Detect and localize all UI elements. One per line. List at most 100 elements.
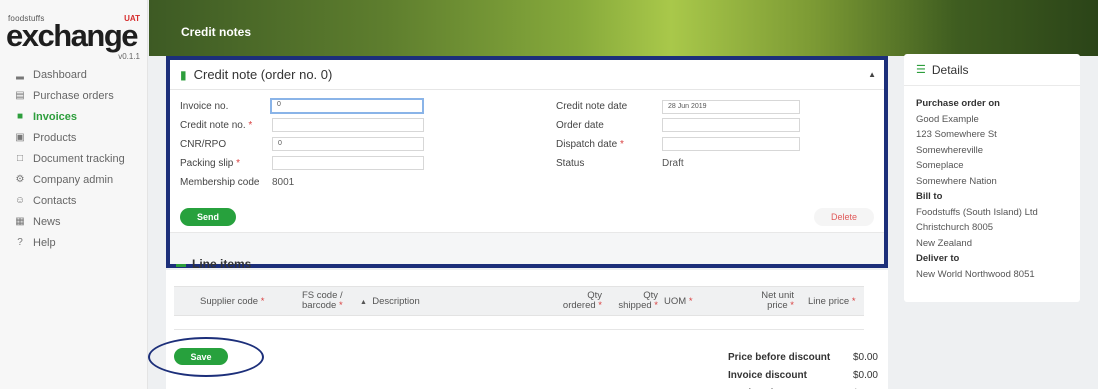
card-footer: ▬ Line items [170,232,884,271]
sidebar-item-purchase-orders[interactable]: ▤ Purchase orders [0,85,148,106]
sidebar-item-label: Invoices [33,110,78,123]
status-label: Status [556,158,585,169]
sidebar-item-news[interactable]: ▦ News [0,211,148,232]
order-date-input[interactable] [662,118,800,132]
totals-label: Invoice discount [728,369,807,381]
status-value: Draft [662,158,684,169]
app-logo[interactable]: foodstuffs UAT exchange v0.1.1 [6,14,142,62]
sidebar-item-document-tracking[interactable]: □ Document tracking [0,148,148,169]
details-header: ☰ Details [904,54,1080,86]
cnr-rpo-label: CNR/RPO [180,139,227,150]
sidebar-item-label: Dashboard [33,68,87,81]
line-items-table: Supplier code * FS code / barcode * ▲ Des… [174,286,864,330]
sidebar-item-products[interactable]: ▣ Products [0,127,148,148]
logo-main-text: exchange [6,18,139,53]
line-items-panel: Supplier code * FS code / barcode * ▲ Des… [148,270,888,389]
invoice-no-input[interactable]: 0 [270,98,424,114]
membership-code-value: 8001 [272,177,295,188]
dispatch-date-label: Dispatch date * [556,139,624,150]
user-icon: ☺ [14,195,26,206]
bill-to-line: New Zealand [916,237,972,249]
sidebar-item-label: Products [33,131,77,144]
col-qty-ordered[interactable]: Qty ordered * [556,291,602,311]
totals-row: Total excl. GST$0.00 [728,384,878,389]
sidebar-item-help[interactable]: ? Help [0,232,148,253]
credit-note-no-label: Credit note no. * [180,120,253,131]
file-icon: □ [16,153,24,164]
line-items-heading: ▬ Line items [176,257,252,271]
sidebar-item-label: Purchase orders [33,89,114,102]
delete-button[interactable]: Delete [814,208,874,226]
col-net-unit-price[interactable]: Net unit price * [748,291,794,311]
document-icon: ▮ [180,67,187,82]
page-header-banner: Credit notes [149,0,1098,56]
details-panel: ☰ Details Purchase order on Good Example 1… [904,54,1080,302]
totals-summary: Price before discount $0.00 Invoice discou… [728,348,878,389]
sidebar-item-label: Help [33,236,56,249]
products-icon: ▣ [15,132,25,143]
purchase-order-line: Somewhere Nation [916,175,997,187]
sidebar-item-dashboard[interactable]: ▂ Dashboard [0,64,148,85]
col-qty-shipped[interactable]: Qty shipped * [608,291,658,311]
membership-code-label: Membership code [180,177,260,188]
cnr-rpo-input[interactable]: 0 [272,137,424,151]
details-title: Details [931,62,969,77]
sidebar-item-invoices[interactable]: ■ Invoices [0,106,148,127]
credit-note-date-label: Credit note date [556,101,628,112]
sidebar-item-company-admin[interactable]: ⚙ Company admin [0,169,148,190]
sidebar-item-label: Contacts [33,194,77,207]
line-items-icon: ▬ [176,258,186,270]
sidebar-item-label: Document tracking [33,152,125,165]
page-title: Credit notes [181,25,252,39]
collapse-caret-icon[interactable]: ▲ [868,70,876,79]
totals-row: Invoice discount $0.00 [728,366,878,384]
bill-to-line: Christchurch 8005 [916,222,994,233]
sidebar-item-label: News [33,215,61,228]
dispatch-date-input[interactable] [662,137,800,151]
deliver-to-line: New World Northwood 8051 [916,268,1035,280]
sidebar-item-contacts[interactable]: ☺ Contacts [0,190,148,211]
col-line-price[interactable]: Line price * [808,297,856,307]
invoice-icon: ■ [16,111,24,122]
details-list-icon: ☰ [916,64,926,76]
news-icon: ▦ [15,216,25,227]
col-uom[interactable]: UOM * [664,297,693,307]
totals-value: $0.00 [852,369,878,381]
packing-slip-input[interactable] [272,156,424,170]
purchase-order-line: 123 Somewhere St [916,129,997,140]
col-fs-code[interactable]: FS code / barcode * [302,291,343,311]
sidebar-nav: ▂ Dashboard ▤ Purchase orders ■ Invoices ▣ Prod… [0,64,148,253]
sidebar-item-label: Company admin [33,173,114,186]
purchase-order-line: Somewhereville [916,144,984,156]
credit-note-title: Credit note (order no. 0) [193,67,333,82]
credit-note-card: ▮ Credit note (order no. 0) ▲ Invoice no… [166,56,888,271]
version-label: v0.1.1 [118,52,140,61]
save-button[interactable]: Save [174,348,228,365]
purchase-order-line: Someplace [916,160,964,171]
help-icon: ? [17,237,23,248]
totals-row: Price before discount $0.00 [728,348,878,366]
details-body: Purchase order on Good Example 123 Somewhe… [904,86,1080,292]
document-icon: ▤ [15,90,25,101]
chart-icon: ▂ [16,69,24,80]
credit-note-date-input[interactable]: 28 Jun 2019 [662,100,800,114]
credit-note-card-header[interactable]: ▮ Credit note (order no. 0) ▲ [170,60,884,90]
credit-note-no-input[interactable] [272,118,424,132]
col-description[interactable]: ▲ Description [360,297,420,308]
send-button[interactable]: Send [180,208,236,226]
col-supplier-code[interactable]: Supplier code * [200,297,264,307]
bill-to-heading: Bill to [916,191,943,202]
totals-value: $0.00 [852,351,878,363]
packing-slip-label: Packing slip * [180,158,241,169]
deliver-to-heading: Deliver to [916,253,960,264]
sidebar: foodstuffs UAT exchange v0.1.1 ▂ Dashboar… [0,0,148,389]
gear-icon: ⚙ [15,174,25,185]
purchase-order-line: Good Example [916,113,979,125]
purchase-order-heading: Purchase order on [916,98,1000,109]
order-date-label: Order date [556,120,604,131]
table-row[interactable] [174,316,864,330]
invoice-no-label: Invoice no. [180,101,229,112]
table-header: Supplier code * FS code / barcode * ▲ Des… [174,286,864,316]
bill-to-line: Foodstuffs (South Island) Ltd [916,206,1038,218]
sort-asc-icon: ▲ [360,299,367,306]
